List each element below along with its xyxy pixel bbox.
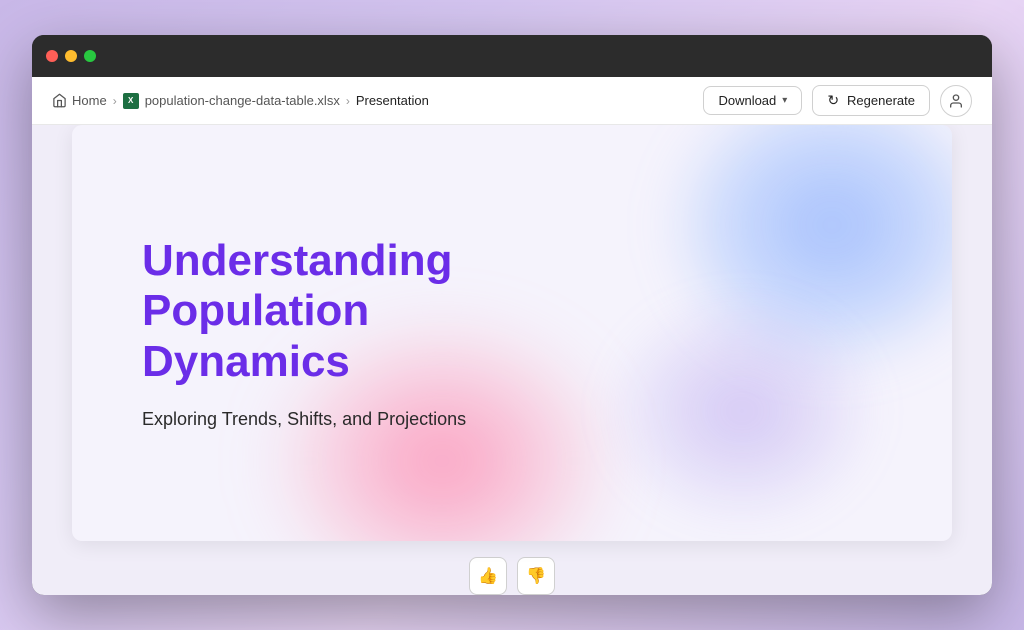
blob-purple	[612, 301, 872, 521]
excel-icon: X	[123, 93, 139, 109]
thumbs-down-icon: 👎	[526, 566, 546, 586]
close-button[interactable]	[46, 50, 58, 62]
regenerate-label: Regenerate	[847, 93, 915, 108]
download-button[interactable]: Download ▾	[703, 86, 802, 115]
slide-text: Understanding Population Dynamics Explor…	[72, 176, 632, 491]
home-label: Home	[72, 93, 107, 108]
feedback-bar: 👍 👎	[469, 557, 555, 595]
content-area: Understanding Population Dynamics Explor…	[32, 125, 992, 595]
regenerate-button[interactable]: ↻ Regenerate	[812, 85, 930, 116]
browser-window: Home › X population-change-data-table.xl…	[32, 35, 992, 595]
home-icon	[52, 93, 67, 108]
minimize-button[interactable]	[65, 50, 77, 62]
regenerate-icon: ↻	[827, 92, 839, 109]
breadcrumb-home[interactable]: Home	[52, 93, 107, 108]
user-icon	[948, 93, 964, 109]
file-label: population-change-data-table.xlsx	[145, 93, 340, 108]
thumbs-down-button[interactable]: 👎	[517, 557, 555, 595]
breadcrumb-sep-2: ›	[346, 94, 350, 108]
title-bar	[32, 35, 992, 77]
breadcrumb: Home › X population-change-data-table.xl…	[52, 93, 703, 109]
traffic-lights	[46, 50, 96, 62]
slide-title: Understanding Population Dynamics	[142, 236, 562, 388]
download-label: Download	[718, 93, 776, 108]
chevron-down-icon: ▾	[782, 95, 787, 106]
maximize-button[interactable]	[84, 50, 96, 62]
breadcrumb-sep-1: ›	[113, 94, 117, 108]
breadcrumb-current: Presentation	[356, 93, 429, 108]
thumbs-up-icon: 👍	[478, 566, 498, 586]
thumbs-up-button[interactable]: 👍	[469, 557, 507, 595]
slide-container: Understanding Population Dynamics Explor…	[72, 125, 952, 541]
slide-subtitle: Exploring Trends, Shifts, and Projection…	[142, 409, 562, 430]
breadcrumb-file[interactable]: X population-change-data-table.xlsx	[123, 93, 340, 109]
user-button[interactable]	[940, 85, 972, 117]
nav-bar: Home › X population-change-data-table.xl…	[32, 77, 992, 125]
nav-actions: Download ▾ ↻ Regenerate	[703, 85, 972, 117]
